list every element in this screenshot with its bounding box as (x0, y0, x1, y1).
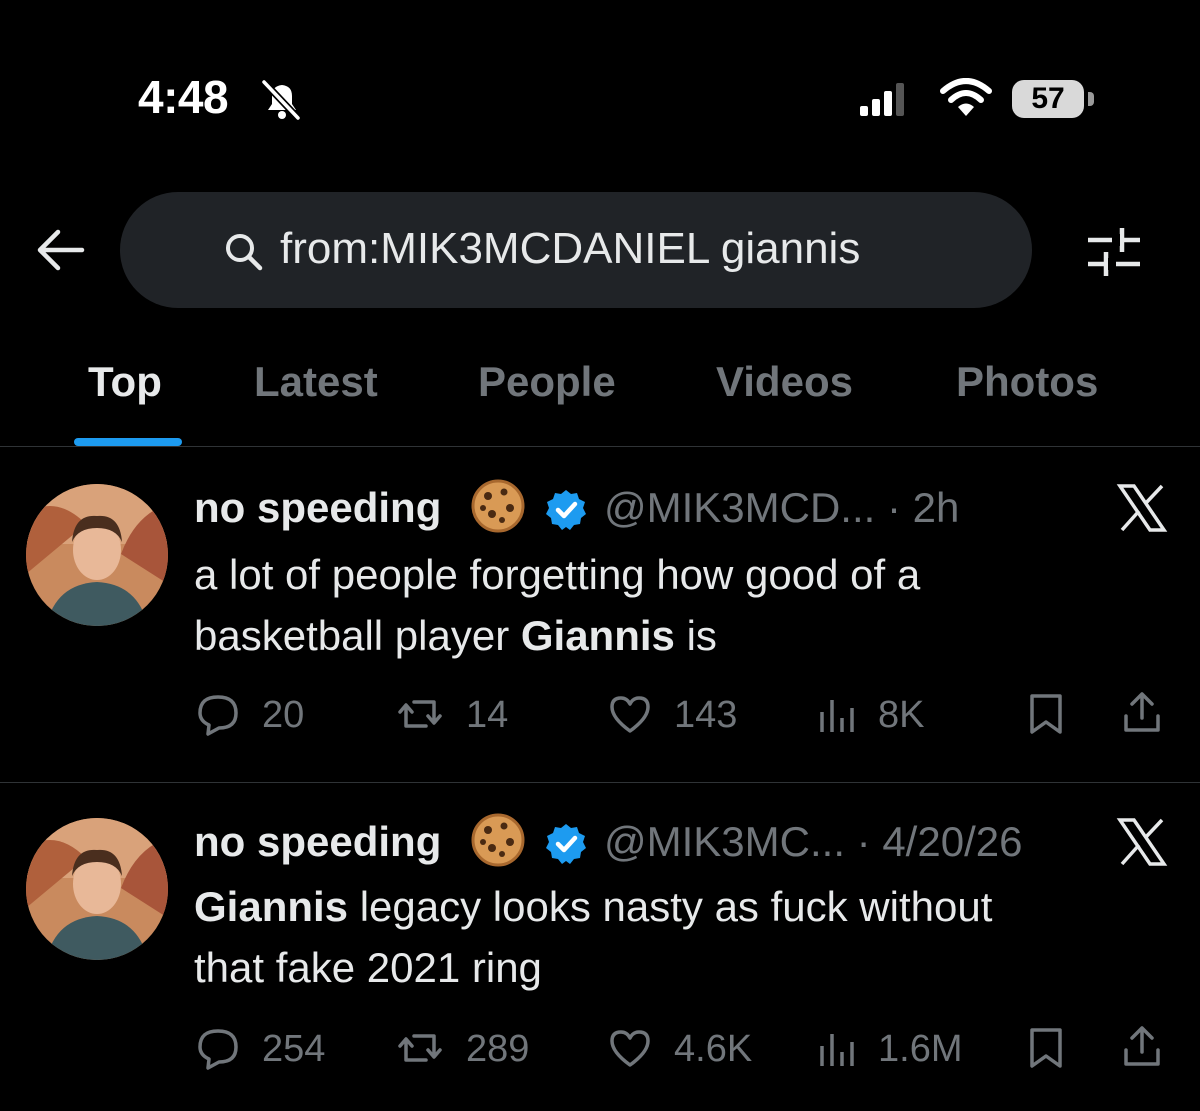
avatar[interactable] (26, 818, 168, 960)
like-count: 4.6K (674, 1028, 753, 1070)
tweet-timestamp[interactable]: · 2h (887, 484, 959, 531)
tweet-timestamp[interactable]: · 4/20/26 (857, 818, 1023, 865)
back-arrow-icon[interactable] (34, 224, 86, 276)
avatar[interactable] (26, 484, 168, 626)
tweet-author-name[interactable]: no speeding (194, 484, 441, 532)
wifi-icon (940, 78, 992, 116)
reply-icon[interactable] (196, 1026, 240, 1070)
views-icon[interactable] (816, 692, 860, 736)
view-count: 8K (878, 694, 925, 736)
battery-icon: 57 (1012, 80, 1084, 118)
signal-icon (860, 83, 904, 116)
x-logo-icon[interactable] (1116, 482, 1168, 534)
cookie-emoji-icon (471, 813, 525, 867)
views-icon[interactable] (816, 1026, 860, 1070)
like-icon[interactable] (608, 692, 652, 736)
tab-videos[interactable]: Videos (716, 358, 853, 406)
tweet-author-handle[interactable]: @MIK3MC... · 4/20/26 (604, 818, 1022, 866)
bell-slash-icon (261, 79, 301, 121)
tweet-text: a lot of people forgetting how good of a… (194, 544, 1134, 666)
bookmark-icon[interactable] (1024, 1026, 1068, 1070)
cookie-emoji-icon (471, 479, 525, 533)
tweet-author-handle[interactable]: @MIK3MCD... · 2h (604, 484, 959, 532)
tabs-divider (0, 446, 1200, 447)
tab-photos[interactable]: Photos (956, 358, 1098, 406)
bookmark-icon[interactable] (1024, 692, 1068, 736)
tweet-text-line: a lot of people forgetting how good of a (194, 551, 921, 598)
share-icon[interactable] (1120, 690, 1164, 734)
tweet-text-line: Giannis legacy looks nasty as fuck witho… (194, 883, 993, 930)
tweet-divider (0, 782, 1200, 783)
tab-top[interactable]: Top (88, 358, 162, 406)
share-icon[interactable] (1120, 1024, 1164, 1068)
search-icon (226, 234, 263, 271)
avatar-photo (26, 484, 168, 626)
repost-count: 289 (466, 1028, 530, 1070)
battery-cap (1088, 92, 1094, 106)
active-tab-indicator (74, 438, 182, 446)
search-highlight: Giannis (520, 612, 675, 659)
tab-people[interactable]: People (478, 358, 616, 406)
tweet-text-line: that fake 2021 ring (194, 944, 542, 991)
like-icon[interactable] (608, 1026, 652, 1070)
repost-icon[interactable] (398, 1026, 442, 1070)
reply-count: 254 (262, 1028, 326, 1070)
tweet-author-name[interactable]: no speeding (194, 818, 441, 866)
view-count: 1.6M (878, 1028, 963, 1070)
reply-count: 20 (262, 694, 305, 736)
x-logo-icon[interactable] (1116, 816, 1168, 868)
battery-level: 57 (1031, 82, 1065, 115)
like-count: 143 (674, 694, 738, 736)
search-query[interactable]: from:MIK3MCDANIEL giannis (280, 224, 860, 274)
tab-latest[interactable]: Latest (254, 358, 378, 406)
status-time: 4:48 (138, 71, 229, 123)
search-highlight: Giannis (194, 883, 349, 930)
verified-badge-icon (546, 824, 586, 864)
tweet-text: Giannis legacy looks nasty as fuck witho… (194, 876, 1134, 998)
verified-badge-icon (546, 490, 586, 530)
filter-icon[interactable] (1084, 222, 1144, 280)
avatar-photo (26, 818, 168, 960)
repost-icon[interactable] (398, 692, 442, 736)
tweet-text-line: basketball player Giannis is (194, 612, 717, 659)
repost-count: 14 (466, 694, 509, 736)
reply-icon[interactable] (196, 692, 240, 736)
